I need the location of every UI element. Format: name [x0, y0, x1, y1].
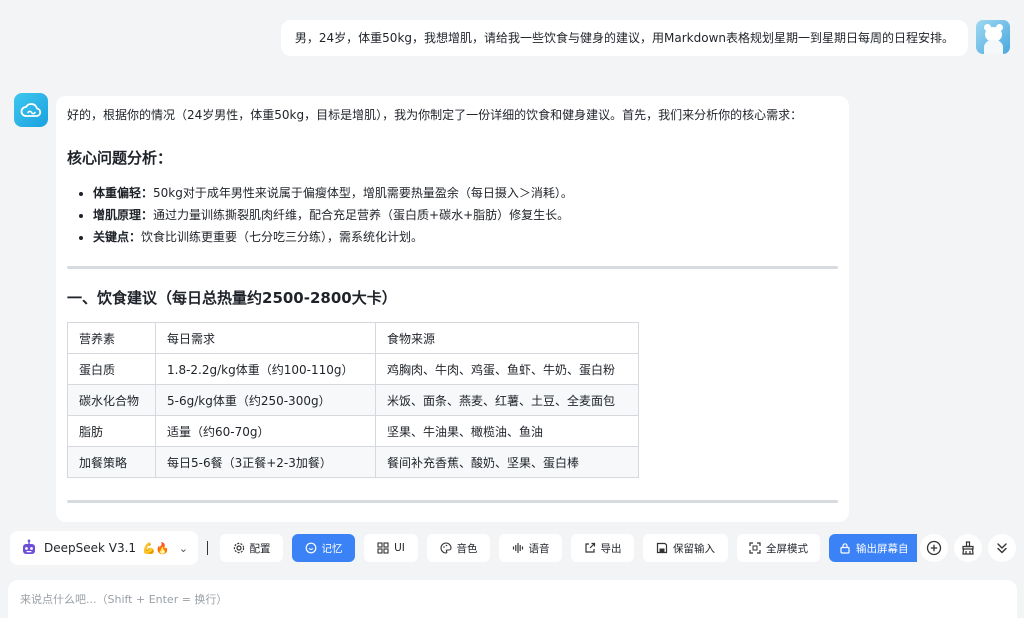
table-row: 脂肪 适量（约60-70g） 坚果、牛油果、橄榄油、鱼油 [67, 415, 639, 447]
sound-wave-icon [512, 542, 523, 554]
config-button[interactable]: 配置 [220, 534, 283, 562]
model-selector[interactable]: DeepSeek V3.1 💪🔥 ⌄ [10, 531, 198, 565]
table-cell: 鸡胸肉、牛肉、鸡蛋、鱼虾、牛奶、蛋白粉 [375, 353, 639, 385]
fullscreen-button-label: 全屏模式 [766, 542, 808, 555]
toolbar-separator [207, 541, 208, 555]
user-avatar[interactable] [976, 20, 1010, 54]
table-cell: 碳水化合物 [67, 384, 156, 416]
list-item-label: 体重偏轻： [93, 186, 154, 200]
list-item-text: 50kg对于成年男性来说属于偏瘦体型，增肌需要热量盈余（每日摄入＞消耗）。 [153, 186, 573, 200]
diet-table: 营养素 每日需求 食物来源 蛋白质 1.8-2.2g/kg体重（约100-110… [67, 322, 639, 478]
export-button-label: 导出 [600, 542, 622, 555]
section-divider [67, 266, 838, 269]
chat-bubble-icon [305, 542, 316, 554]
list-item: 增肌原理：通过力量训练撕裂肌肉纤维，配合充足营养（蛋白质+碳水+脂肪）修复生长。 [93, 204, 838, 226]
lock-icon [840, 543, 850, 554]
chat-input[interactable] [8, 580, 1017, 618]
user-message-row: 男，24岁，体重50kg，我想增肌，请给我一些饮食与健身的建议，用Markdow… [280, 20, 1010, 56]
memory-button-label: 记忆 [321, 542, 343, 555]
analysis-list: 体重偏轻：50kg对于成年男性来说属于偏瘦体型，增肌需要热量盈余（每日摄入＞消耗… [67, 182, 838, 248]
output-screen-button-label: 输出屏幕自 [856, 542, 909, 555]
gear-icon [233, 542, 244, 554]
new-chat-button[interactable] [920, 534, 948, 562]
fullscreen-icon [749, 542, 761, 554]
model-emoji: 💪🔥 [142, 541, 170, 555]
analysis-heading: 核心问题分析： [67, 149, 173, 167]
palette-icon [440, 542, 452, 554]
save-icon [656, 542, 668, 554]
table-row: 蛋白质 1.8-2.2g/kg体重（约100-110g） 鸡胸肉、牛肉、鸡蛋、鱼… [67, 353, 639, 385]
keep-input-button-label: 保留输入 [673, 542, 715, 555]
assistant-message-card: 好的，根据你的情况（24岁男性，体重50kg，目标是增肌），我为你制定了一份详细… [56, 96, 849, 522]
grid-icon [377, 542, 389, 554]
table-header-cell: 营养素 [67, 322, 156, 354]
assistant-avatar [14, 93, 48, 127]
chat-toolbar: DeepSeek V3.1 💪🔥 ⌄ 配置 记忆 UI 音色 语音 导出 保留输… [0, 528, 1024, 568]
table-cell: 蛋白质 [67, 353, 156, 385]
table-cell: 坚果、牛油果、橄榄油、鱼油 [375, 415, 639, 447]
list-item: 体重偏轻：50kg对于成年男性来说属于偏瘦体型，增肌需要热量盈余（每日摄入＞消耗… [93, 182, 838, 204]
double-chevron-down-icon [997, 543, 1007, 554]
broom-button[interactable] [954, 534, 982, 562]
cloud-logo-icon [20, 103, 42, 117]
diet-heading: 一、饮食建议（每日总热量约2500-2800大卡） [67, 289, 397, 307]
collapse-button[interactable] [988, 534, 1016, 562]
table-header-cell: 每日需求 [155, 322, 376, 354]
table-cell: 每日5-6餐（3正餐+2-3加餐） [155, 446, 376, 478]
plus-circle-icon [926, 540, 942, 556]
config-button-label: 配置 [249, 542, 271, 555]
table-header-row: 营养素 每日需求 食物来源 [67, 322, 639, 354]
memory-button[interactable]: 记忆 [292, 534, 355, 562]
voice-color-button[interactable]: 音色 [427, 534, 490, 562]
list-item: 关键点：饮食比训练更重要（七分吃三分练），需系统化计划。 [93, 226, 838, 248]
table-header-cell: 食物来源 [375, 322, 639, 354]
voice-color-button-label: 音色 [456, 542, 478, 555]
user-message-bubble: 男，24岁，体重50kg，我想增肌，请给我一些饮食与健身的建议，用Markdow… [280, 20, 968, 56]
table-cell: 加餐策略 [67, 446, 156, 478]
table-cell: 适量（约60-70g） [155, 415, 376, 447]
ui-button-label: UI [394, 542, 405, 554]
table-cell: 米饭、面条、燕麦、红薯、土豆、全麦面包 [375, 384, 639, 416]
speech-button-label: 语音 [528, 542, 550, 555]
robot-icon [23, 539, 35, 554]
ui-button[interactable]: UI [364, 534, 418, 562]
export-icon [584, 542, 595, 553]
output-screen-button[interactable]: 输出屏幕自 [829, 534, 917, 562]
fullscreen-button[interactable]: 全屏模式 [737, 534, 820, 562]
table-row: 加餐策略 每日5-6餐（3正餐+2-3加餐） 餐间补充香蕉、酸奶、坚果、蛋白棒 [67, 446, 639, 478]
list-item-label: 关键点： [93, 230, 142, 244]
assistant-intro-text: 好的，根据你的情况（24岁男性，体重50kg，目标是增肌），我为你制定了一份详细… [67, 108, 803, 122]
table-cell: 脂肪 [67, 415, 156, 447]
model-name: DeepSeek V3.1 [44, 541, 137, 555]
keep-input-button[interactable]: 保留输入 [643, 534, 728, 562]
broom-icon [962, 541, 974, 555]
table-cell: 1.8-2.2g/kg体重（约100-110g） [155, 353, 376, 385]
table-cell: 餐间补充香蕉、酸奶、坚果、蛋白棒 [375, 446, 639, 478]
list-item-text: 通过力量训练撕裂肌肉纤维，配合充足营养（蛋白质+碳水+脂肪）修复生长。 [153, 208, 570, 222]
list-item-text: 饮食比训练更重要（七分吃三分练），需系统化计划。 [141, 230, 424, 244]
chevron-down-icon: ⌄ [178, 541, 188, 555]
table-cell: 5-6g/kg体重（约250-300g） [155, 384, 376, 416]
table-row: 碳水化合物 5-6g/kg体重（约250-300g） 米饭、面条、燕麦、红薯、土… [67, 384, 639, 416]
section-divider [67, 500, 838, 503]
export-button[interactable]: 导出 [571, 534, 634, 562]
avatar-bear-body [984, 40, 1003, 54]
list-item-label: 增肌原理： [93, 208, 154, 222]
speech-button[interactable]: 语音 [499, 534, 562, 562]
